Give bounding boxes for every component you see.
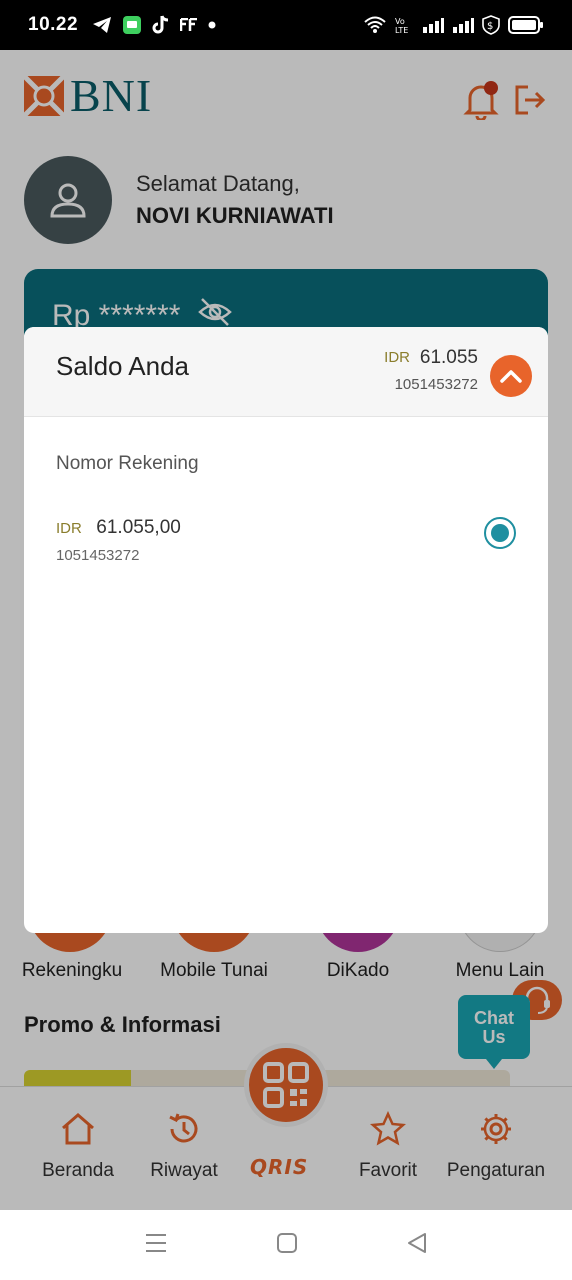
ff-icon (180, 15, 198, 35)
chevron-up-icon (500, 370, 522, 383)
wifi-icon (364, 15, 386, 35)
account-amount: 61.055,00 (96, 517, 181, 538)
account-currency: IDR (56, 520, 82, 537)
home-button-icon[interactable] (276, 1232, 298, 1259)
svg-text:$: $ (487, 21, 493, 32)
header-currency: IDR (384, 349, 410, 366)
header-account-number: 1051453272 (394, 376, 478, 393)
header-amount: 61.055 (419, 347, 478, 368)
svg-text:LTE: LTE (395, 26, 408, 35)
account-radio[interactable] (484, 517, 516, 549)
shield-icon: $ (482, 15, 500, 35)
signal-2-icon (452, 15, 474, 35)
svg-text:Vo: Vo (395, 17, 405, 26)
back-icon[interactable] (406, 1232, 428, 1259)
system-nav-bar (0, 1210, 572, 1280)
status-bar: 10.22 Vo LTE $ (0, 0, 572, 50)
modal-title: Saldo Anda (56, 351, 190, 381)
telegram-icon (92, 15, 112, 35)
tiktok-icon (152, 15, 170, 35)
dot-icon (208, 15, 216, 35)
signal-1-icon (422, 15, 444, 35)
status-time: 10.22 (28, 14, 79, 35)
account-option[interactable]: IDR 61.055,00 1051453272 (56, 517, 516, 577)
radio-selected-dot (491, 524, 509, 542)
balance-modal: Saldo Anda IDR 61.055 1051453272 Nomor R… (24, 327, 548, 933)
account-number: 1051453272 (56, 547, 140, 564)
modal-header[interactable]: Saldo Anda IDR 61.055 1051453272 (24, 327, 548, 417)
volte-icon: Vo LTE (394, 15, 414, 35)
battery-icon (508, 15, 544, 35)
recent-apps-icon[interactable] (144, 1232, 168, 1259)
collapse-button[interactable] (490, 355, 532, 397)
messages-icon (122, 15, 142, 35)
account-number-label: Nomor Rekening (56, 453, 199, 474)
